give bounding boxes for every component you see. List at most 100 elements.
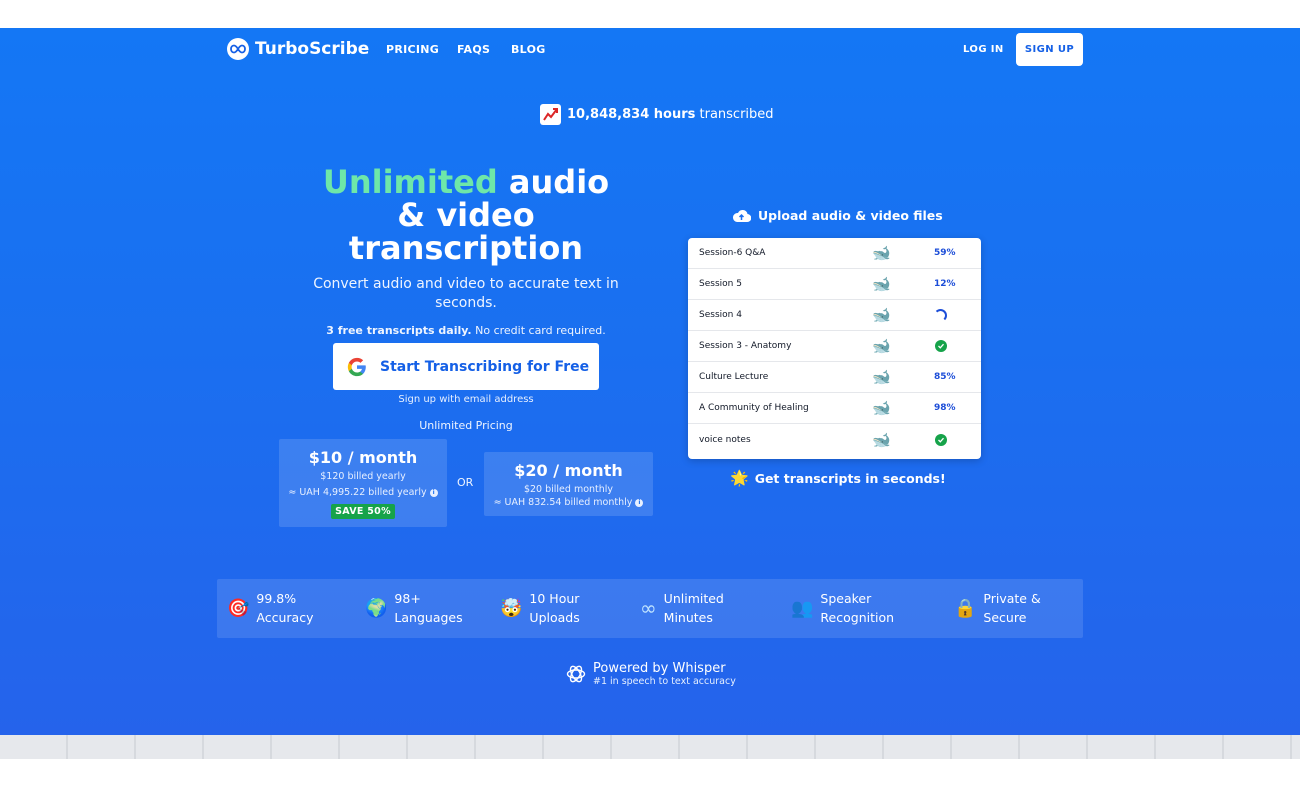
transcripts-in-seconds-label: Get transcripts in seconds! (754, 470, 946, 486)
free-note-bold: 3 free transcripts daily. (326, 324, 472, 337)
google-icon (347, 357, 366, 376)
feature-line1: Private & (983, 591, 1041, 606)
yearly-plan-amount: $10 / month (308, 448, 418, 467)
upload-title[interactable]: Upload audio & video files (732, 208, 943, 223)
whale-icon: 🐋 (872, 368, 891, 386)
file-row: voice notes 🐋 (688, 424, 981, 455)
file-list: Session-6 Q&A 🐋 59% Session 5 🐋 12% Sess… (688, 238, 981, 459)
cloud-upload-icon (732, 209, 751, 222)
monthly-plan-amount: $20 / month (514, 461, 623, 480)
file-row: Session 4 🐋 (688, 300, 981, 331)
whale-icon: 🐋 (872, 306, 891, 324)
brand-name: TurboScribe (255, 39, 370, 59)
features-bar: 🎯 99.8% Accuracy 🌍 98+ Languages 🤯 10 Hour… (217, 579, 1083, 638)
start-transcribing-label: Start Transcribing for Free (380, 358, 590, 375)
feature-line2: Uploads (529, 610, 580, 625)
brand-logo[interactable]: TurboScribe (227, 38, 369, 60)
infinity-icon: ∞ (640, 595, 657, 620)
whale-icon: 🐋 (872, 399, 891, 417)
file-progress: 85% (934, 372, 956, 382)
hero-headline: Unlimited audio & video transcription (285, 166, 647, 265)
hero-section: TurboScribe PRICING FAQS BLOG LOG IN SIG… (0, 28, 1300, 735)
monthly-plan-billed: $20 billed monthly (523, 484, 614, 495)
file-progress: 12% (934, 279, 956, 289)
file-name: voice notes (699, 434, 751, 445)
start-transcribing-button[interactable]: Start Transcribing for Free (333, 343, 599, 390)
feature-line2: Accuracy (256, 610, 314, 625)
hero-subtitle: Convert audio and video to accurate text… (313, 276, 619, 311)
speakers-icon: 👥 (791, 597, 814, 619)
info-icon[interactable]: i (429, 488, 438, 497)
powered-title: Powered by Whisper (593, 661, 726, 676)
hours-count: 10,848,834 hours (567, 107, 696, 122)
file-progress: 59% (934, 248, 956, 258)
upload-title-label: Upload audio & video files (758, 208, 943, 223)
info-icon[interactable]: i (635, 498, 644, 507)
yearly-plan-billed: $120 billed yearly (320, 471, 406, 482)
free-note: 3 free transcripts daily. No credit card… (285, 324, 647, 337)
monthly-plan-local: ≈ UAH 832.54 billed monthly (493, 497, 633, 508)
file-row: Session 3 - Anatomy 🐋 (688, 331, 981, 362)
target-icon: 🎯 (227, 597, 250, 619)
nav-blog-link[interactable]: BLOG (511, 43, 546, 56)
feature-line1: 99.8% (256, 591, 297, 606)
file-name: Session 3 - Anatomy (699, 341, 792, 351)
headline-line3: transcription (348, 229, 584, 267)
file-progress: 98% (934, 403, 956, 413)
yearly-plan-card[interactable]: $10 / month $120 billed yearly ≈ UAH 4,9… (279, 439, 447, 527)
whale-icon: 🐋 (872, 244, 891, 262)
openai-icon (566, 665, 586, 683)
infinity-logo-icon (227, 38, 249, 60)
feature-uploads: 🤯 10 Hour Uploads (500, 589, 580, 627)
glowing-star-icon: 🌟 (730, 469, 749, 487)
hours-suffix: transcribed (699, 107, 774, 122)
bottom-area (0, 759, 1300, 788)
file-row: Culture Lecture 🐋 85% (688, 362, 981, 393)
email-signup-link[interactable]: Sign up with email address (333, 394, 599, 405)
feature-privacy: 🔒 Private & Secure (954, 589, 1041, 627)
feature-line1: Speaker (820, 591, 872, 606)
file-row: A Community of Healing 🐋 98% (688, 393, 981, 424)
login-link[interactable]: LOG IN (963, 44, 1004, 55)
file-row: Session 5 🐋 12% (688, 269, 981, 300)
feature-line2: Secure (983, 610, 1027, 625)
bottom-strip (0, 735, 1300, 759)
feature-line1: Unlimited (663, 591, 724, 606)
globe-icon: 🌍 (365, 597, 388, 619)
powered-subtitle: #1 in speech to text accuracy (593, 676, 736, 687)
hours-transcribed-stat: 10,848,834 hours transcribed (540, 104, 774, 125)
feature-accuracy: 🎯 99.8% Accuracy (227, 589, 314, 627)
file-name: Session-6 Q&A (699, 248, 766, 258)
nav-faqs-link[interactable]: FAQS (457, 43, 490, 56)
file-name: Culture Lecture (699, 372, 769, 382)
file-name: A Community of Healing (699, 403, 809, 413)
transcripts-in-seconds: 🌟 Get transcripts in seconds! (730, 469, 946, 487)
feature-line1: 10 Hour (529, 591, 580, 606)
or-separator: OR (457, 476, 474, 489)
file-name: Session 4 (699, 310, 742, 320)
feature-languages: 🌍 98+ Languages (365, 589, 463, 627)
feature-line2: Languages (394, 610, 463, 625)
pricing-label: Unlimited Pricing (419, 419, 513, 432)
headline-line2: & video (397, 196, 535, 234)
signup-button[interactable]: SIGN UP (1016, 33, 1083, 66)
yearly-plan-local: ≈ UAH 4,995.22 billed yearly (288, 487, 427, 498)
check-circle-icon (935, 433, 947, 446)
lock-icon: 🔒 (954, 597, 977, 619)
feature-speakers: 👥 Speaker Recognition (791, 589, 894, 627)
chart-increasing-icon (540, 104, 561, 125)
whale-icon: 🐋 (872, 337, 891, 355)
file-name: Session 5 (699, 279, 742, 289)
check-circle-icon (935, 340, 947, 352)
file-row: Session-6 Q&A 🐋 59% (688, 238, 981, 269)
nav-pricing-link[interactable]: PRICING (386, 43, 439, 56)
feature-minutes: ∞ Unlimited Minutes (640, 589, 724, 627)
browser-top-area (0, 0, 1300, 28)
powered-by-whisper[interactable]: Powered by Whisper #1 in speech to text … (565, 661, 736, 687)
whale-icon: 🐋 (872, 430, 891, 449)
feature-line2: Minutes (663, 610, 713, 625)
monthly-plan-card[interactable]: $20 / month $20 billed monthly ≈ UAH 832… (484, 452, 653, 516)
save-badge: SAVE 50% (331, 504, 395, 519)
free-note-rest: No credit card required. (471, 324, 606, 337)
exploding-head-icon: 🤯 (500, 597, 523, 619)
